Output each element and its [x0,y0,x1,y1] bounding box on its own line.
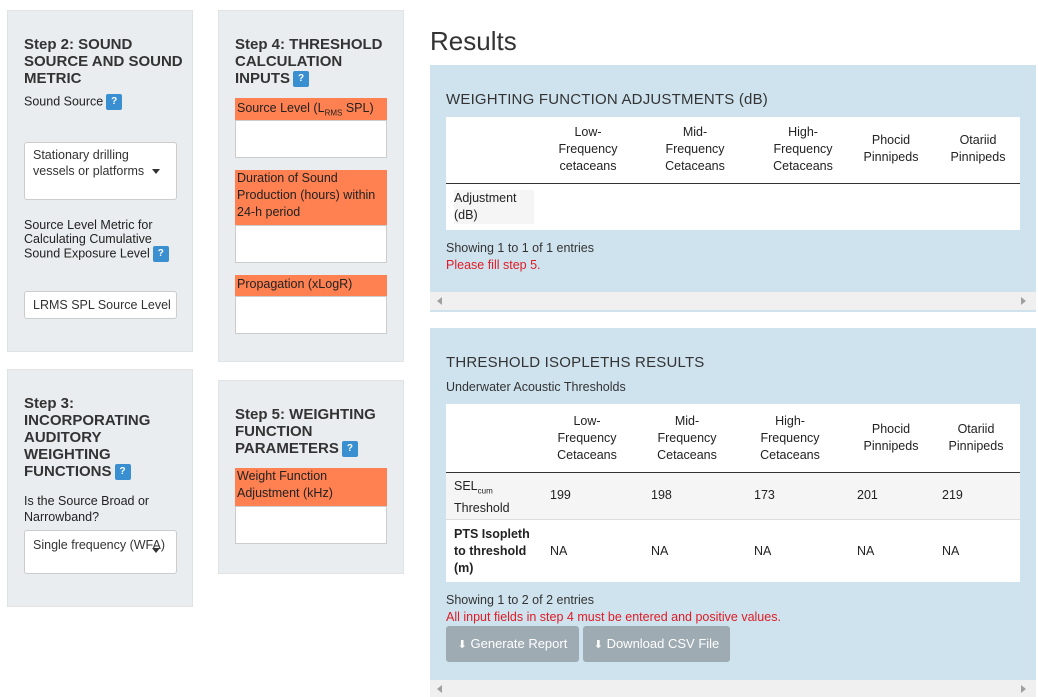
sel-threshold-label: SELcum Threshold [454,478,534,517]
metric-label: Source Level Metric for Calculating Cumu… [24,218,184,262]
weighting-scrollbar[interactable] [430,292,1036,310]
weighting-col-otariid: Otariid Pinnipeds [950,133,1006,164]
propagation-label: Propagation (xLogR) [235,275,387,296]
sel-rest: Threshold [454,500,510,515]
download-csv-button[interactable]: ⬇ Download CSV File [583,626,730,662]
weighting-col-mid: Mid-Frequency Cetaceans [665,125,725,173]
metric-text: Source Level Metric for Calculating Cumu… [24,218,153,261]
table-cell: NA [651,544,669,558]
sound-source-text: Sound Source [24,94,104,109]
threshold-scrollbar[interactable] [430,680,1036,697]
weighting-info: Showing 1 to 1 of 1 entries [446,241,595,255]
threshold-info: Showing 1 to 2 of 2 entries [446,593,595,607]
broadband-select[interactable]: Single frequency (WFA) [24,530,177,574]
threshold-heading: THRESHOLD ISOPLETHS RESULTS [446,354,705,371]
sound-source-label: Sound Source? [24,94,184,110]
dropdown-caret-icon [152,548,160,553]
step3-title: Step 3: INCORPORATING AUDITORY WEIGHTING… [24,395,184,481]
sound-source-select[interactable]: Stationary drilling vessels or platforms [24,142,177,200]
sound-source-value: Stationary drilling vessels or platforms [33,148,145,178]
table-cell: 201 [857,488,878,502]
help-icon[interactable]: ? [293,71,310,88]
step3-title-text: Step 3: INCORPORATING AUDITORY WEIGHTING… [24,395,151,480]
download-csv-label: Download CSV File [606,636,720,651]
scroll-left-icon[interactable] [437,297,442,305]
dropdown-caret-icon [152,169,160,174]
step5-title: Step 5: WEIGHTING FUNCTION PARAMETERS? [235,406,395,458]
download-icon: ⬇ [593,639,603,651]
table-cell: NA [550,544,568,558]
table-cell: NA [857,544,875,558]
threshold-subheading: Underwater Acoustic Thresholds [446,380,626,394]
step2-title: Step 2: SOUND SOURCE AND SOUND METRIC [24,36,183,87]
weighting-col-low: Low-Frequency cetaceans [558,125,618,173]
table-cell: NA [754,544,772,558]
threshold-col-phocid: Phocid Pinnipeds [863,422,919,453]
weight-input[interactable] [235,506,387,544]
table-cell: NA [942,544,960,558]
propagation-input[interactable] [235,296,387,334]
broadband-question: Is the Source Broad or Narrowband? [24,494,150,524]
source-level-input[interactable] [235,120,387,158]
source-level-suffix: SPL) [342,101,374,115]
help-icon[interactable]: ? [341,441,358,458]
weight-label: Weight Function Adjustment (kHz) [235,468,387,506]
scroll-right-icon[interactable] [1021,685,1026,693]
duration-label: Duration of Sound Production (hours) wit… [235,170,387,225]
results-title: Results [430,26,517,56]
scroll-right-icon[interactable] [1021,297,1026,305]
broadband-value: Single frequency (WFA) [33,538,165,552]
weighting-col-high: High-Frequency Cetaceans [773,125,833,173]
download-icon: ⬇ [457,639,467,651]
table-cell: 198 [651,488,672,502]
scroll-left-icon[interactable] [437,685,442,693]
metric-value: LRMS SPL Source Level [33,298,171,312]
sel-text: SEL [454,479,478,493]
pts-isopleth-label: PTS Isopleth to threshold (m) [454,527,530,575]
weighting-heading: WEIGHTING FUNCTION ADJUSTMENTS (dB) [446,91,768,108]
table-cell: 219 [942,488,963,502]
threshold-col-high: High-Frequency Cetaceans [760,414,820,462]
help-icon[interactable]: ? [106,94,123,110]
source-level-sub: RMS [324,108,343,118]
weighting-col-phocid: Phocid Pinnipeds [863,133,919,164]
generate-report-label: Generate Report [470,636,568,651]
generate-report-button[interactable]: ⬇ Generate Report [446,626,579,662]
weighting-error: Please fill step 5. [446,258,541,272]
threshold-row-divider [446,519,1020,520]
source-level-label: Source Level (LRMS SPL) [235,98,387,120]
help-icon[interactable]: ? [114,464,131,481]
threshold-error: All input fields in step 4 must be enter… [446,610,781,624]
threshold-col-otariid: Otariid Pinnipeds [948,422,1004,453]
duration-input[interactable] [235,225,387,263]
source-level-text: Source Level (L [237,101,325,115]
sel-sub: cum [477,486,493,496]
table-cell: 199 [550,488,571,502]
threshold-col-low: Low-Frequency Cetaceans [557,414,617,462]
weighting-header-rule [446,183,1020,184]
step4-title: Step 4: THRESHOLD CALCULATION INPUTS? [235,36,395,88]
weighting-row-label: Adjustment (dB) [454,190,534,224]
table-cell: 173 [754,488,775,502]
help-icon[interactable]: ? [152,246,169,262]
threshold-col-mid: Mid-Frequency Cetaceans [657,414,717,462]
metric-select[interactable]: LRMS SPL Source Level [24,291,177,319]
